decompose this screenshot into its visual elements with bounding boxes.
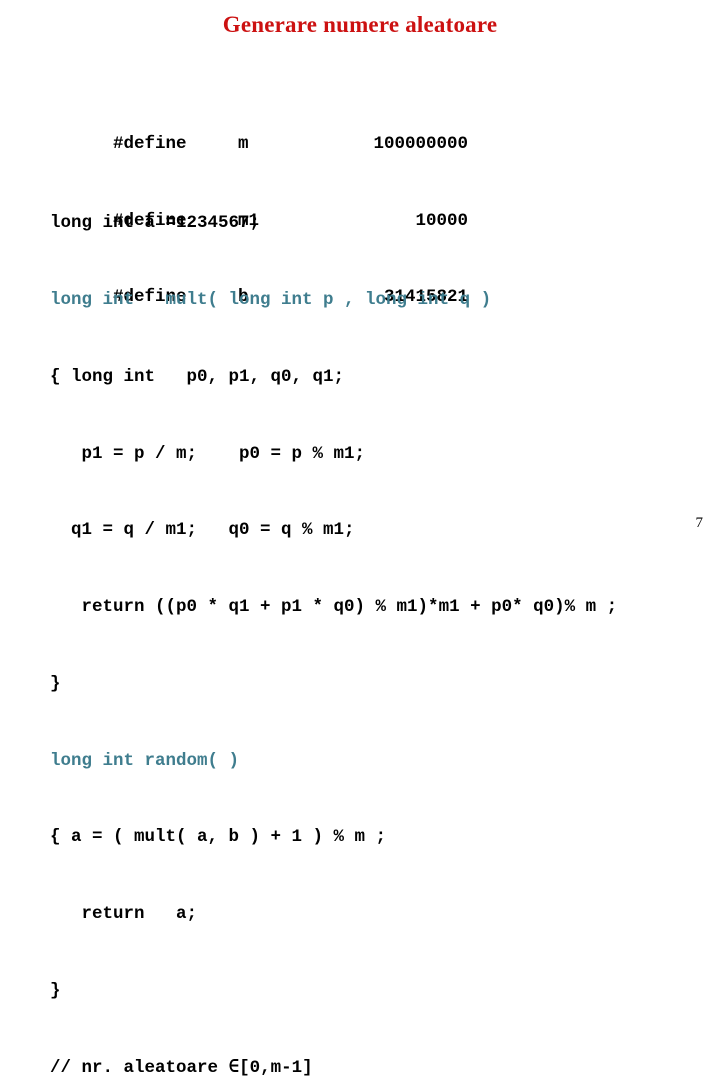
define-keyword: #define <box>113 133 187 154</box>
code-line-comment: // nr. aleatoare ∈[0,m-1] <box>50 1057 313 1078</box>
code-line: return a; <box>50 904 198 925</box>
source-code-block: long int a =1234567; long int mult( long… <box>50 160 710 1080</box>
page-number: 7 <box>695 515 704 531</box>
code-line-return-statement: return ((p0 * q1 + p1 * q0) % m1)*m1 + p… <box>50 597 618 618</box>
code-line: q1 = q / m1; q0 = q % m1; <box>50 520 355 541</box>
code-line: { long int p0, p1, q0, q1; <box>50 366 345 387</box>
code-line-function-signature-mult: long int mult( long int p , long int q ) <box>50 289 492 310</box>
code-line: { a = ( mult( a, b ) + 1 ) % m ; <box>50 827 387 848</box>
code-line: p1 = p / m; p0 = p % m1; <box>50 443 366 464</box>
define-value: 100000000 <box>373 133 469 154</box>
code-line: long int a =1234567; <box>50 213 261 234</box>
define-row: #define m 100000000 <box>50 106 468 154</box>
code-line: } <box>50 981 61 1001</box>
page-title: Generare numere aleatoare <box>222 12 498 37</box>
code-line-function-signature-random: long int random( ) <box>50 750 240 771</box>
define-name: m <box>238 133 249 154</box>
code-line: } <box>50 673 61 694</box>
slide-canvas: Generare numere aleatoare #define m 100000… <box>0 0 720 1078</box>
